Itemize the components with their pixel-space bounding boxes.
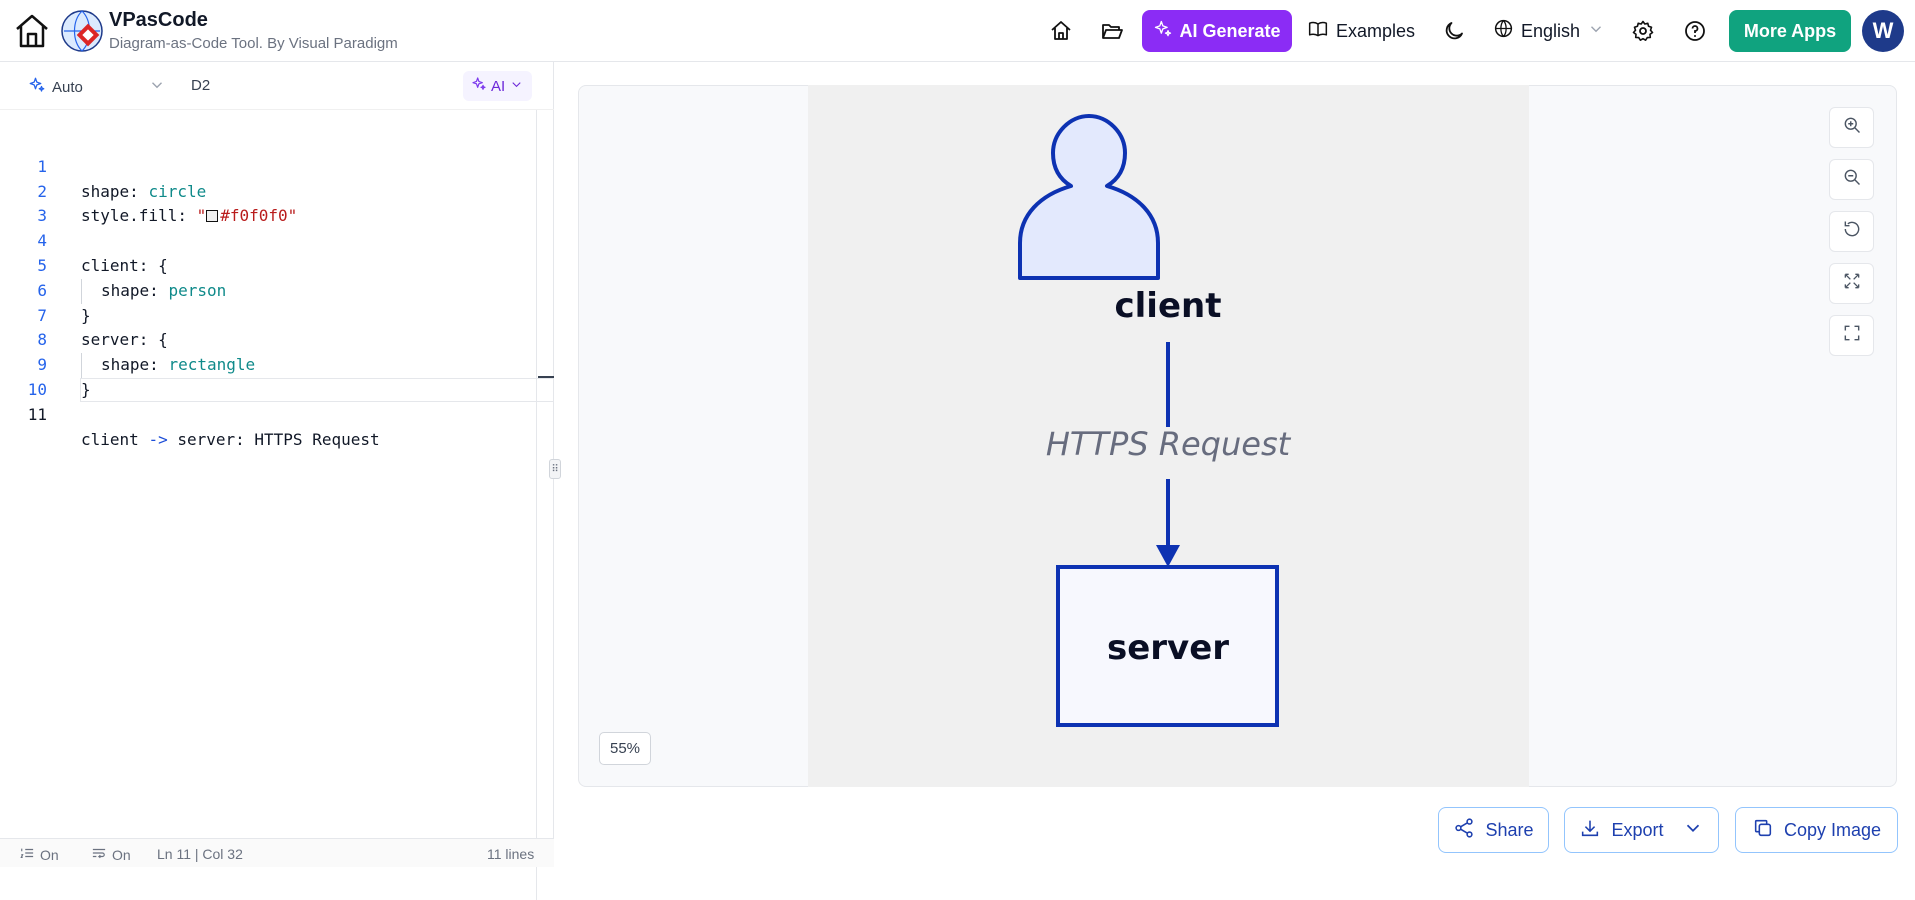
fit-screen-button[interactable]: [1829, 263, 1874, 304]
fullscreen-button[interactable]: [1829, 315, 1874, 356]
diagram-canvas[interactable]: client HTTPS Request server: [808, 85, 1529, 787]
mode-select[interactable]: Auto: [28, 76, 83, 98]
code-token: server: HTTPS Request: [167, 429, 380, 449]
sparkles-icon: [471, 76, 487, 96]
mode-label: Auto: [52, 78, 83, 96]
client-label: client: [1115, 286, 1222, 326]
globe-icon: [1493, 18, 1514, 44]
chevron-down-icon: [1682, 817, 1704, 844]
edge-label: HTTPS Request: [1046, 425, 1292, 463]
app-subtitle: Diagram-as-Code Tool. By Visual Paradigm: [109, 35, 398, 52]
language-select[interactable]: English: [1493, 10, 1605, 52]
line-numbers-toggle[interactable]: On: [20, 846, 59, 863]
examples-label: Examples: [1336, 20, 1416, 41]
folder-open-icon[interactable]: [1100, 19, 1124, 43]
book-open-icon: [1308, 19, 1328, 44]
fit-screen-icon: [1842, 271, 1862, 296]
share-button[interactable]: Share: [1438, 807, 1549, 853]
server-node[interactable]: server: [1056, 565, 1279, 727]
editor-toolbar: Auto D2 AI: [0, 62, 554, 110]
export-button[interactable]: Export: [1564, 807, 1719, 853]
code-line: 2 style.fill: " #f0f0f0": [0, 155, 554, 226]
arrowhead: [1156, 545, 1180, 567]
ai-generate-label: AI Generate: [1179, 20, 1281, 41]
moon-icon[interactable]: [1442, 19, 1466, 43]
diagram-svg: client HTTPS Request server: [1018, 114, 1292, 727]
code-editor-panel: Auto D2 AI 1 shape: circle 2 style.fill:…: [0, 62, 554, 900]
copy-image-label: Copy Image: [1783, 819, 1882, 840]
code-line: 4 client: {: [0, 204, 554, 275]
chevron-down-icon: [509, 77, 524, 96]
home-icon[interactable]: [1049, 19, 1073, 43]
panel-resize-handle[interactable]: ⠿: [549, 459, 561, 479]
examples-button[interactable]: Examples: [1308, 10, 1415, 52]
word-wrap-toggle[interactable]: On: [92, 846, 131, 863]
person-shape: [1018, 114, 1160, 280]
code-line: 10: [0, 353, 554, 399]
copy-icon: [1752, 817, 1774, 844]
help-circle-icon[interactable]: [1683, 19, 1707, 43]
home-icon[interactable]: [12, 11, 52, 51]
fullscreen-icon: [1842, 323, 1862, 348]
zoom-level: 55%: [599, 732, 651, 765]
zoom-in-button[interactable]: [1829, 107, 1874, 148]
line-count: 11 lines: [487, 846, 535, 862]
code-token: client: [81, 429, 149, 449]
share-icon: [1453, 817, 1475, 844]
ai-generate-button[interactable]: AI Generate: [1142, 10, 1292, 52]
word-wrap-toggle-label: On: [112, 846, 131, 863]
app-title: VPasCode: [109, 9, 208, 31]
editor-statusbar: On On Ln 11 | Col 32 11 lines: [0, 838, 554, 867]
line-number: 11: [27, 404, 47, 424]
export-label: Export: [1611, 819, 1664, 840]
app-logo[interactable]: [60, 9, 104, 53]
code-line: 5 shape: person: [0, 229, 554, 304]
share-label: Share: [1485, 819, 1534, 840]
code-line: 11 client -> server: HTTPS Request: [0, 378, 554, 449]
zoom-out-button[interactable]: [1829, 159, 1874, 200]
code-line: 9 }: [0, 328, 554, 399]
zoom-toolbar: [1829, 107, 1874, 356]
avatar[interactable]: W: [1862, 10, 1904, 52]
line-numbers-toggle-label: On: [40, 846, 59, 863]
download-icon: [1579, 817, 1601, 844]
diagram-language-label: D2: [191, 77, 211, 94]
code-line: 3: [0, 180, 554, 225]
chevron-down-icon[interactable]: [148, 76, 166, 94]
code-line: 6 }: [0, 254, 554, 325]
connection-edge[interactable]: HTTPS Request: [1046, 342, 1292, 567]
code-area[interactable]: 1 shape: circle 2 style.fill: " #f0f0f0" …: [0, 130, 554, 449]
app-header: VPasCode Diagram-as-Code Tool. By Visual…: [0, 0, 1915, 62]
reset-zoom-button[interactable]: [1829, 211, 1874, 252]
server-label: server: [1107, 628, 1229, 668]
more-apps-button[interactable]: More Apps: [1729, 10, 1851, 52]
reset-icon: [1842, 219, 1862, 244]
list-numbers-icon: [20, 846, 34, 863]
language-label: English: [1521, 20, 1581, 41]
wrap-icon: [92, 846, 106, 863]
cursor-position: Ln 11 | Col 32: [157, 846, 243, 862]
code-line: 8 shape: rectangle: [0, 304, 554, 378]
zoom-out-icon: [1842, 167, 1862, 192]
code-line: 1 shape: circle: [0, 130, 554, 201]
editor-ai-button[interactable]: AI: [463, 71, 533, 101]
gear-icon[interactable]: [1631, 19, 1655, 43]
copy-image-button[interactable]: Copy Image: [1735, 807, 1898, 853]
sparkles-icon: [1153, 19, 1173, 44]
client-node[interactable]: client: [1018, 114, 1222, 326]
chevron-down-icon: [1587, 20, 1605, 43]
zoom-in-icon: [1842, 115, 1862, 140]
editor-ai-label: AI: [491, 77, 506, 95]
sparkles-icon: [28, 76, 46, 98]
code-line: 7 server: {: [0, 279, 554, 350]
code-token: ->: [148, 429, 168, 449]
